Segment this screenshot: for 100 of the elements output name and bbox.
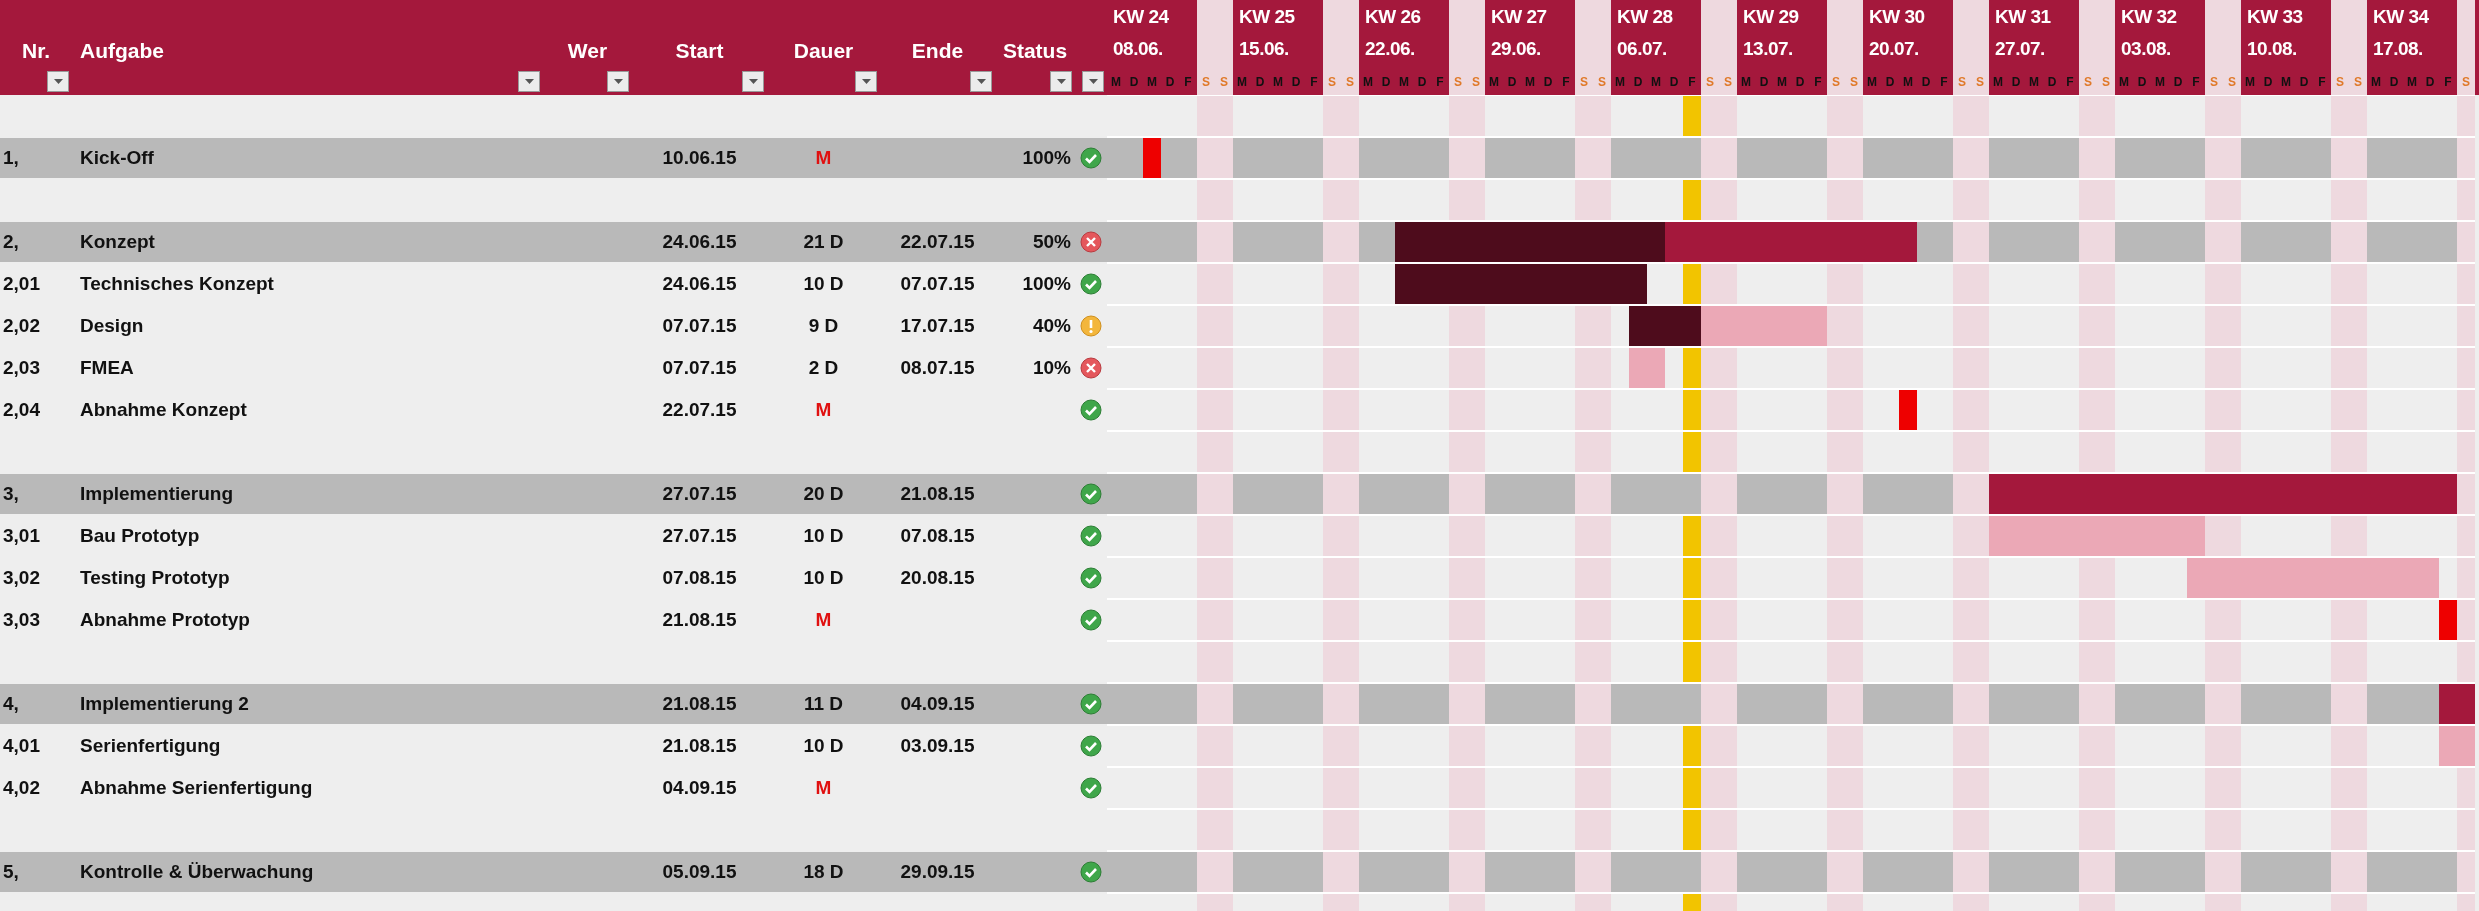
day-header: D: [1380, 74, 1392, 91]
end-date: 07.07.15: [899, 273, 976, 295]
week-date: 17.08.: [2372, 38, 2424, 60]
day-header: D: [1542, 74, 1554, 91]
week-label: KW 25: [1238, 5, 1296, 28]
day-header: M: [2406, 74, 2418, 91]
task-name: Implementierung: [79, 483, 235, 505]
start-date: 07.08.15: [661, 567, 738, 589]
day-header: S: [1827, 0, 1845, 95]
task-name: Abnahme Serienfertigung: [79, 777, 314, 799]
row-number: 3,03: [2, 609, 41, 631]
task-name: Testing Prototyp: [79, 567, 231, 589]
week-label: KW 31: [1994, 5, 2052, 28]
duration: 10 D: [802, 567, 845, 589]
day-header: S: [1971, 0, 1989, 95]
end-date: 07.08.15: [899, 525, 976, 547]
day-header: D: [2262, 74, 2274, 91]
duration: M: [814, 147, 833, 169]
start-date: 21.08.15: [661, 693, 738, 715]
percent: 50%: [1031, 231, 1072, 253]
day-header: M: [1398, 74, 1410, 91]
caret-icon: [861, 79, 871, 84]
day-header: D: [1632, 74, 1644, 91]
day-header: M: [2154, 74, 2166, 91]
row-number: 5,: [2, 861, 20, 883]
day-header: M: [2244, 74, 2256, 91]
week-label: KW 29: [1742, 5, 1800, 28]
week-date: 22.06.: [1364, 38, 1416, 60]
day-header: D: [1920, 74, 1932, 91]
day-header: M: [1776, 74, 1788, 91]
day-header: D: [1254, 74, 1266, 91]
day-header: D: [1794, 74, 1806, 91]
filter-button[interactable]: [518, 71, 540, 92]
end-date: 20.08.15: [899, 567, 976, 589]
duration: 11 D: [802, 693, 845, 715]
start-date: 27.07.15: [661, 483, 738, 505]
day-header: S: [1845, 0, 1863, 95]
row-number: 2,: [2, 231, 20, 253]
day-header: S: [2457, 0, 2475, 95]
week-label: KW 32: [2120, 5, 2178, 28]
day-header: F: [1561, 74, 1571, 91]
day-header: S: [1341, 0, 1359, 95]
day-header: M: [1146, 74, 1158, 91]
day-header: D: [2172, 74, 2184, 91]
day-header: S: [1215, 0, 1233, 95]
start-date: 07.07.15: [661, 315, 738, 337]
row-number: 2,04: [2, 399, 41, 421]
caret-icon: [1088, 79, 1098, 84]
filter-button[interactable]: [855, 71, 877, 92]
duration: 2 D: [807, 357, 840, 379]
filter-button[interactable]: [47, 71, 69, 92]
duration: M: [814, 777, 833, 799]
week-label: KW 34: [2372, 5, 2430, 28]
day-header: M: [1362, 74, 1374, 91]
day-header: F: [1939, 74, 1949, 91]
week-label: KW 33: [2246, 5, 2304, 28]
day-header: D: [1668, 74, 1680, 91]
day-header: F: [2191, 74, 2201, 91]
duration: 10 D: [802, 525, 845, 547]
week-date: 03.08.: [2120, 38, 2172, 60]
day-header: S: [1467, 0, 1485, 95]
day-header: F: [1813, 74, 1823, 91]
start-date: 27.07.15: [661, 525, 738, 547]
caret-icon: [1056, 79, 1066, 84]
filter-button[interactable]: [1050, 71, 1072, 92]
row-number: 3,01: [2, 525, 41, 547]
day-header: D: [2136, 74, 2148, 91]
task-name: Bau Prototyp: [79, 525, 201, 547]
day-header: S: [1719, 0, 1737, 95]
task-name: Konzept: [79, 231, 156, 253]
percent: 40%: [1031, 315, 1072, 337]
day-header: D: [1506, 74, 1518, 91]
day-header: D: [1758, 74, 1770, 91]
filter-button[interactable]: [607, 71, 629, 92]
day-header: F: [1435, 74, 1445, 91]
day-header: S: [2205, 0, 2223, 95]
day-header: M: [2028, 74, 2040, 91]
day-header: M: [2118, 74, 2130, 91]
start-date: 24.06.15: [661, 231, 738, 253]
day-header: D: [1128, 74, 1140, 91]
column-header: Ende: [910, 39, 965, 63]
day-header: M: [1992, 74, 2004, 91]
task-name: Implementierung 2: [79, 693, 250, 715]
day-header: S: [1449, 0, 1467, 95]
day-header: M: [1650, 74, 1662, 91]
day-header: M: [1110, 74, 1122, 91]
filter-button[interactable]: [742, 71, 764, 92]
week-date: 29.06.: [1490, 38, 1542, 60]
task-name: Abnahme Konzept: [79, 399, 248, 421]
row-number: 1,: [2, 147, 20, 169]
column-header: Nr.: [21, 39, 51, 63]
filter-button[interactable]: [1082, 71, 1104, 92]
task-name: Design: [79, 315, 145, 337]
day-header: F: [2443, 74, 2453, 91]
day-header: M: [1614, 74, 1626, 91]
filter-button[interactable]: [970, 71, 992, 92]
duration: M: [814, 609, 833, 631]
week-label: KW 24: [1112, 5, 1170, 28]
row-number: 4,01: [2, 735, 41, 757]
task-name: Technisches Konzept: [79, 273, 275, 295]
